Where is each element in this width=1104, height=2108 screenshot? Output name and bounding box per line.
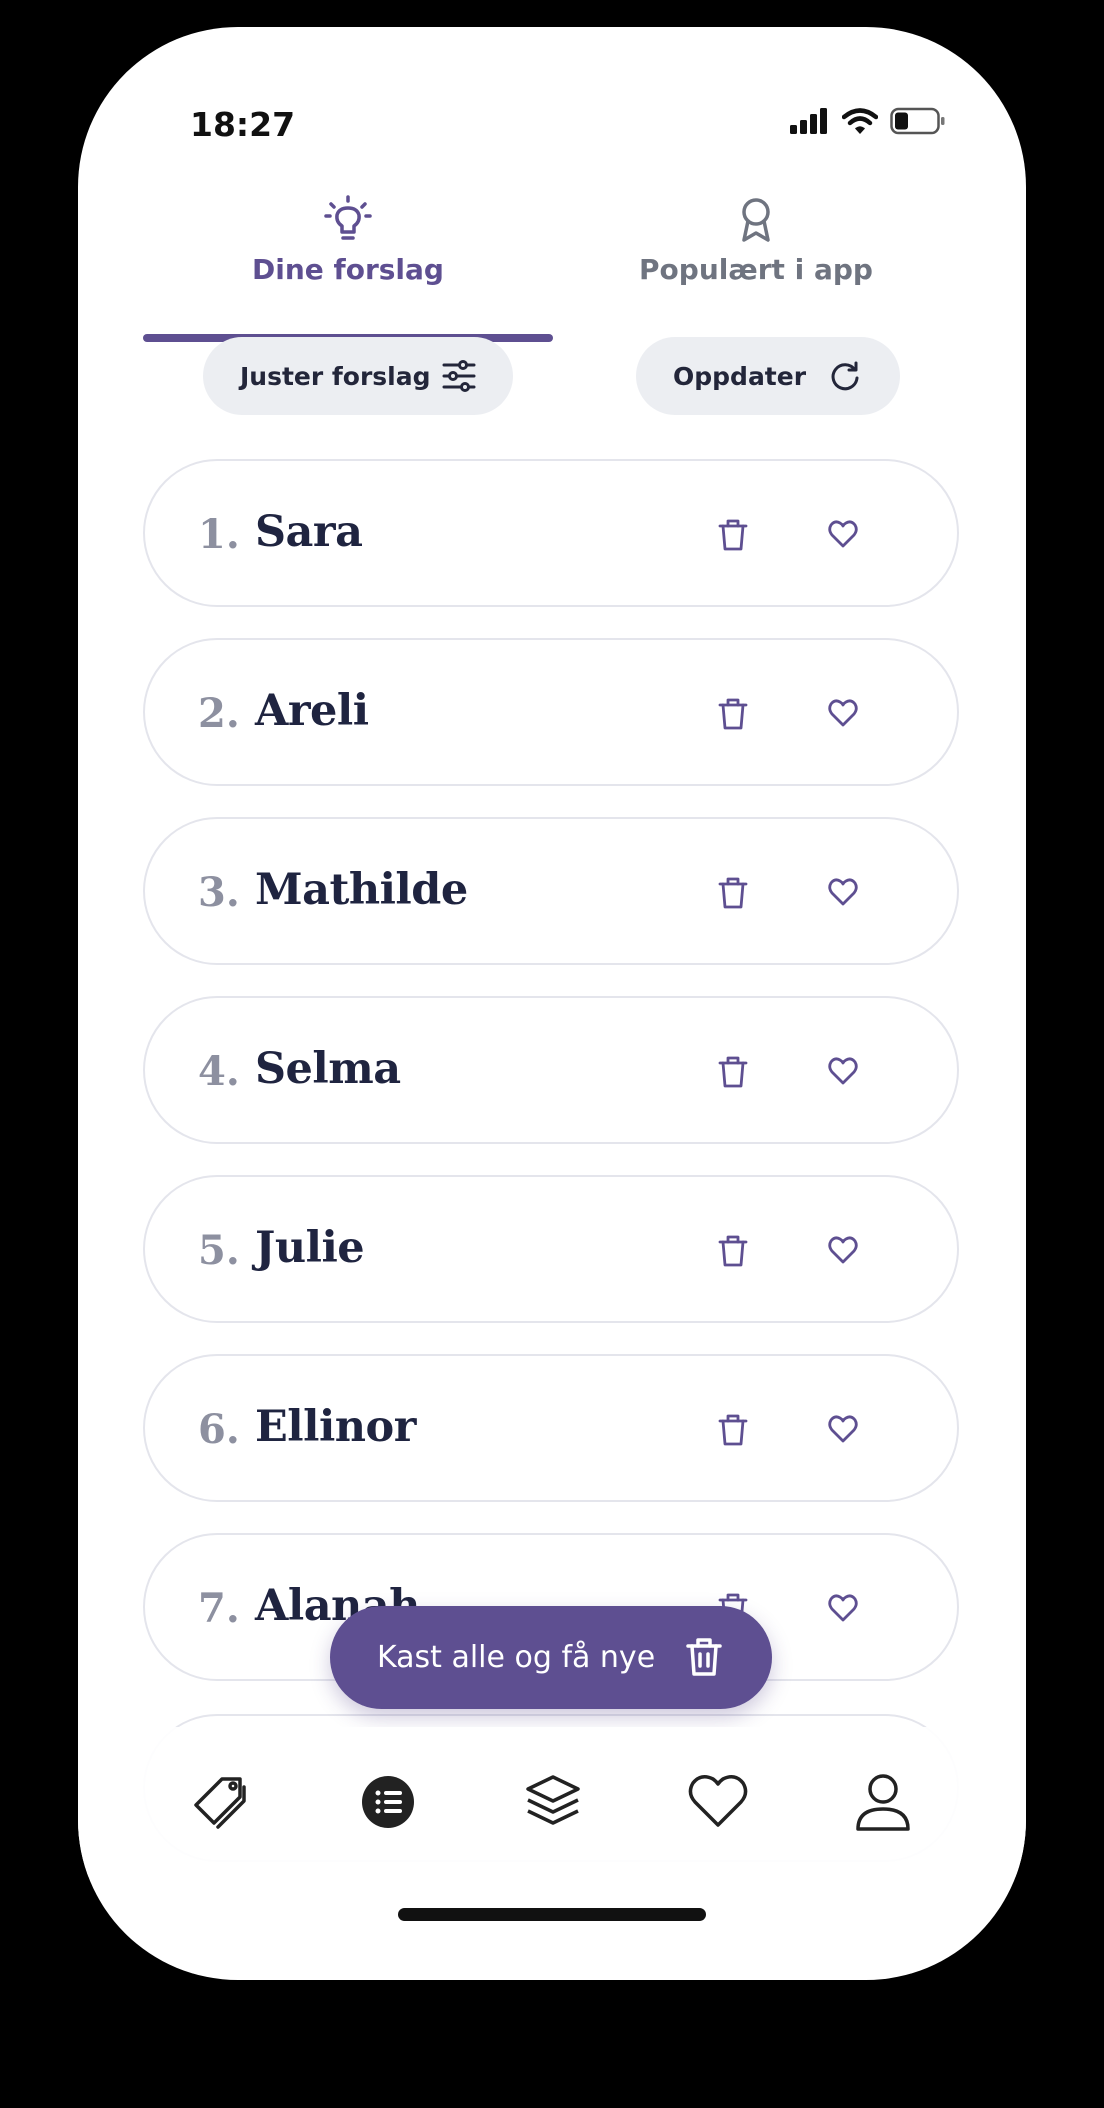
list-item[interactable]: 2. Areli xyxy=(143,638,959,786)
adjust-label: Juster forslag xyxy=(240,361,431,391)
list-item[interactable]: 1. Sara xyxy=(143,459,959,607)
user-icon[interactable] xyxy=(848,1767,918,1837)
tab-dine-forslag[interactable]: Dine forslag xyxy=(143,187,553,337)
tab-label: Populært i app xyxy=(639,253,873,286)
suggestion-number: 2. xyxy=(198,690,240,737)
refresh-icon xyxy=(831,361,859,391)
refresh-button[interactable]: Oppdater xyxy=(636,337,900,415)
trash-icon[interactable] xyxy=(718,697,748,735)
tag-icon[interactable] xyxy=(188,1767,258,1837)
suggestion-name: Sara xyxy=(255,507,363,557)
sliders-icon xyxy=(442,360,476,392)
heart-icon[interactable] xyxy=(827,697,859,733)
trash-icon[interactable] xyxy=(718,1234,748,1272)
trash-icon xyxy=(686,1638,722,1676)
tab-bar: Dine forslag Populært i app xyxy=(78,187,1026,347)
wifi-icon xyxy=(842,108,878,134)
trash-icon[interactable] xyxy=(718,1413,748,1451)
trash-icon[interactable] xyxy=(718,876,748,914)
suggestion-name: Selma xyxy=(255,1044,401,1094)
heart-icon[interactable] xyxy=(827,1592,859,1628)
list-item[interactable]: 5. Julie xyxy=(143,1175,959,1323)
suggestion-number: 3. xyxy=(198,869,240,916)
suggestion-name: Areli xyxy=(255,686,369,736)
status-icons xyxy=(790,107,946,135)
battery-icon xyxy=(890,107,945,135)
suggestion-name: Ellinor xyxy=(255,1402,416,1452)
suggestion-number: 4. xyxy=(198,1048,240,1095)
heart-icon[interactable] xyxy=(683,1767,753,1837)
award-ribbon-icon xyxy=(742,198,770,242)
discard-all-button[interactable]: Kast alle og få nye xyxy=(330,1606,772,1709)
heart-icon[interactable] xyxy=(827,876,859,912)
heart-icon[interactable] xyxy=(827,518,859,554)
status-time: 18:27 xyxy=(190,105,296,144)
discard-all-label: Kast alle og få nye xyxy=(377,1640,656,1675)
home-indicator[interactable] xyxy=(398,1908,706,1921)
trash-icon[interactable] xyxy=(718,518,748,556)
adjust-suggestions-button[interactable]: Juster forslag xyxy=(203,337,513,415)
tab-label: Dine forslag xyxy=(252,253,444,286)
phone-screen: 18:27 Dine forslag Populært i app Juster… xyxy=(78,27,1026,1980)
heart-icon[interactable] xyxy=(827,1055,859,1091)
suggestion-number: 5. xyxy=(198,1227,240,1274)
suggestion-number: 1. xyxy=(198,511,240,558)
suggestion-name: Julie xyxy=(255,1223,365,1273)
list-item[interactable]: 3. Mathilde xyxy=(143,817,959,965)
trash-icon[interactable] xyxy=(718,1055,748,1093)
list-item[interactable]: 6. Ellinor xyxy=(143,1354,959,1502)
signal-icon xyxy=(790,108,827,134)
suggestion-number: 7. xyxy=(198,1585,240,1632)
heart-icon[interactable] xyxy=(827,1234,859,1270)
layers-icon[interactable] xyxy=(518,1767,588,1837)
heart-icon[interactable] xyxy=(827,1413,859,1449)
list-item[interactable]: 4. Selma xyxy=(143,996,959,1144)
refresh-label: Oppdater xyxy=(673,361,807,391)
list-icon[interactable] xyxy=(353,1767,423,1837)
suggestion-name: Mathilde xyxy=(255,865,468,915)
tab-populaert-i-app[interactable]: Populært i app xyxy=(551,187,961,337)
lightbulb-icon xyxy=(324,195,372,240)
suggestion-number: 6. xyxy=(198,1406,240,1453)
bottom-navigation xyxy=(78,1727,1026,1877)
